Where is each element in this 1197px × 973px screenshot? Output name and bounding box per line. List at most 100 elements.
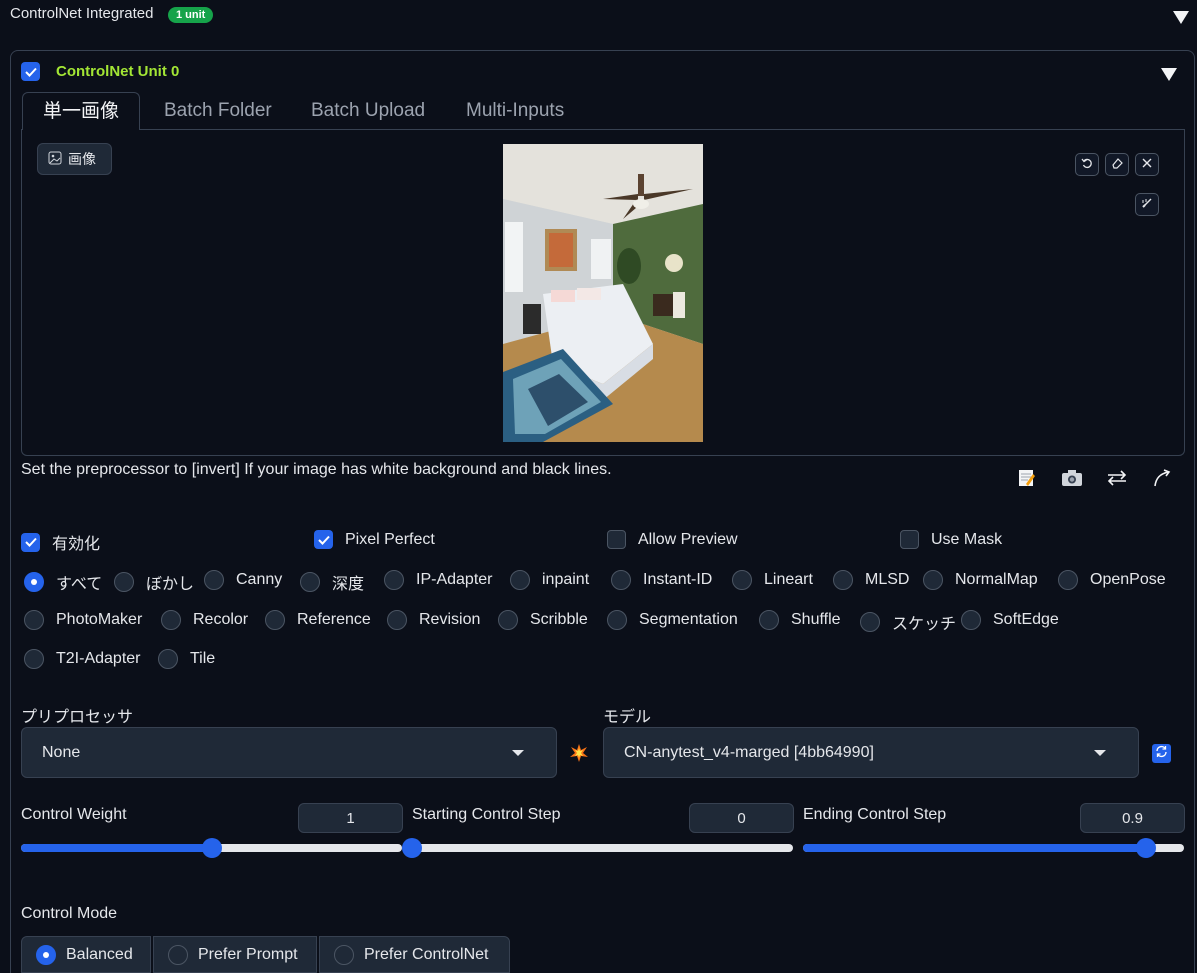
control-weight-slider[interactable] <box>21 838 402 858</box>
ending-step-slider[interactable] <box>803 838 1184 858</box>
camera-button[interactable] <box>1059 469 1085 491</box>
pixel-perfect-option[interactable]: Pixel Perfect <box>314 530 435 549</box>
radio[interactable] <box>24 649 44 669</box>
radio[interactable] <box>860 612 880 632</box>
radio-selected[interactable] <box>36 944 56 965</box>
control-type-ip-adapter[interactable]: IP-Adapter <box>384 570 492 590</box>
notepad-button[interactable] <box>1013 469 1039 491</box>
control-weight-label: Control Weight <box>21 806 127 823</box>
radio[interactable] <box>24 610 44 630</box>
slider-thumb[interactable] <box>402 838 422 858</box>
pixel-perfect-checkbox[interactable] <box>314 530 333 549</box>
control-type-inpaint[interactable]: inpaint <box>510 570 589 590</box>
control-type-instant-id[interactable]: Instant-ID <box>611 570 712 590</box>
radio-label: Reference <box>297 611 371 628</box>
slider-thumb[interactable] <box>1135 838 1156 858</box>
use-mask-option[interactable]: Use Mask <box>900 530 1002 549</box>
radio[interactable] <box>161 610 181 630</box>
radio-label: 深度 <box>332 576 365 593</box>
control-type-sketch[interactable]: スケッチ <box>860 610 956 634</box>
refresh-models-button[interactable] <box>1152 744 1171 763</box>
control-type-mlsd[interactable]: MLSD <box>833 570 909 590</box>
ending-step-input[interactable]: 0.9 <box>1080 803 1185 833</box>
control-type-normalmap[interactable]: NormalMap <box>923 570 1038 590</box>
radio[interactable] <box>923 570 943 590</box>
radio[interactable] <box>611 570 631 590</box>
control-type-openpose[interactable]: OpenPose <box>1058 570 1166 590</box>
radio-label: すべて <box>56 576 103 593</box>
control-type-recolor[interactable]: Recolor <box>161 610 248 630</box>
swap-button[interactable] <box>1104 469 1130 491</box>
radio[interactable] <box>607 610 627 630</box>
accordion-title[interactable]: ControlNet Integrated <box>10 5 153 22</box>
run-preprocessor-button[interactable] <box>569 743 589 768</box>
radio[interactable] <box>498 610 518 630</box>
radio[interactable] <box>961 610 981 630</box>
radio[interactable] <box>265 610 285 630</box>
control-type-shuffle[interactable]: Shuffle <box>759 610 841 630</box>
enable-checkbox[interactable] <box>21 532 40 552</box>
radio[interactable] <box>168 944 188 965</box>
send-button[interactable] <box>1149 468 1175 493</box>
brush-button[interactable] <box>1135 193 1159 216</box>
control-type-segmentation[interactable]: Segmentation <box>607 610 738 630</box>
radio[interactable] <box>759 610 779 630</box>
unit-collapse-triangle-icon[interactable] <box>1161 68 1177 81</box>
control-weight-input[interactable]: 1 <box>298 803 403 833</box>
refresh-icon <box>1155 745 1168 763</box>
preprocessor-dropdown[interactable]: None <box>21 727 557 778</box>
control-type-tile[interactable]: Tile <box>158 649 215 669</box>
eraser-button[interactable] <box>1105 153 1129 176</box>
radio[interactable] <box>387 610 407 630</box>
tab-batch-folder[interactable]: Batch Folder <box>144 92 292 130</box>
control-type-reference[interactable]: Reference <box>265 610 371 630</box>
control-type-depth[interactable]: 深度 <box>300 570 364 594</box>
radio[interactable] <box>510 570 530 590</box>
control-type-t2i-adapter[interactable]: T2I-Adapter <box>24 649 140 669</box>
radio[interactable] <box>334 944 354 965</box>
collapse-triangle-icon[interactable] <box>1173 11 1189 24</box>
tab-batch-upload[interactable]: Batch Upload <box>291 92 445 130</box>
control-type-lineart[interactable]: Lineart <box>732 570 813 590</box>
undo-button[interactable] <box>1075 153 1099 176</box>
tab-multi-inputs[interactable]: Multi-Inputs <box>446 92 584 130</box>
radio[interactable] <box>384 570 404 590</box>
control-type-blur[interactable]: ぼかし <box>114 570 194 594</box>
control-mode-prefer-controlnet[interactable]: Prefer ControlNet <box>319 936 510 973</box>
control-type-scribble[interactable]: Scribble <box>498 610 588 630</box>
starting-step-input[interactable]: 0 <box>689 803 794 833</box>
tab-single-image[interactable]: 単一画像 <box>22 92 141 130</box>
model-value: CN-anytest_v4-marged [4bb64990] <box>624 743 874 761</box>
control-mode-prefer-prompt[interactable]: Prefer Prompt <box>153 936 317 973</box>
image-label-text: 画像 <box>68 151 96 167</box>
enable-option[interactable]: 有効化 <box>21 530 100 554</box>
radio[interactable] <box>1058 570 1078 590</box>
radio[interactable] <box>300 572 320 592</box>
model-dropdown[interactable]: CN-anytest_v4-marged [4bb64990] <box>603 727 1139 778</box>
control-type-photomaker[interactable]: PhotoMaker <box>24 610 142 630</box>
allow-preview-option[interactable]: Allow Preview <box>607 530 738 549</box>
clear-image-button[interactable] <box>1135 153 1159 176</box>
ending-step-label: Ending Control Step <box>803 806 947 823</box>
control-type-all[interactable]: すべて <box>24 570 102 594</box>
control-mode-balanced[interactable]: Balanced <box>21 936 151 973</box>
radio[interactable] <box>833 570 853 590</box>
use-mask-checkbox[interactable] <box>900 530 919 549</box>
pixel-perfect-label: Pixel Perfect <box>345 530 435 548</box>
allow-preview-checkbox[interactable] <box>607 530 626 549</box>
radio-selected[interactable] <box>24 572 44 592</box>
control-type-revision[interactable]: Revision <box>387 610 480 630</box>
radio[interactable] <box>204 570 224 590</box>
allow-preview-label: Allow Preview <box>638 530 738 548</box>
slider-thumb[interactable] <box>201 838 222 858</box>
starting-step-slider[interactable] <box>402 838 793 858</box>
send-arrow-icon <box>1152 468 1172 493</box>
radio[interactable] <box>158 649 178 669</box>
image-label: 画像 <box>37 143 112 175</box>
control-type-softedge[interactable]: SoftEdge <box>961 610 1059 630</box>
unit-title[interactable]: ControlNet Unit 0 <box>56 63 179 80</box>
radio[interactable] <box>114 572 134 592</box>
control-type-canny[interactable]: Canny <box>204 570 282 590</box>
unit-enable-checkbox[interactable] <box>21 62 40 81</box>
radio[interactable] <box>732 570 752 590</box>
